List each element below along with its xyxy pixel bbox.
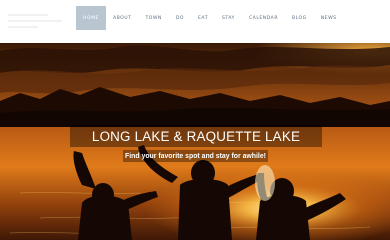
- nav-item-news[interactable]: NEWS: [314, 6, 344, 30]
- nav-item-about[interactable]: ABOUT: [106, 6, 139, 30]
- hero-banner: LONG LAKE & RAQUETTE LAKE Find your favo…: [0, 43, 390, 240]
- hero-title: LONG LAKE & RAQUETTE LAKE: [70, 125, 322, 147]
- hero-subtitle: Find your favorite spot and stay for awh…: [123, 150, 268, 162]
- logo-mark: [8, 20, 62, 22]
- logo-mark: [8, 26, 38, 28]
- nav-item-town[interactable]: TOWN: [138, 6, 168, 30]
- nav-item-eat[interactable]: EAT: [191, 6, 215, 30]
- logo-mark: [8, 14, 48, 16]
- nav-item-do[interactable]: DO: [169, 6, 191, 30]
- nav-item-stay[interactable]: STAY: [215, 6, 242, 30]
- site-header: HOME ABOUT TOWN DO EAT STAY CALENDAR BLO…: [0, 0, 390, 43]
- nav-item-calendar[interactable]: CALENDAR: [242, 6, 285, 30]
- nav-item-home[interactable]: HOME: [76, 6, 106, 30]
- main-nav: HOME ABOUT TOWN DO EAT STAY CALENDAR BLO…: [76, 6, 344, 30]
- nav-item-blog[interactable]: BLOG: [285, 6, 314, 30]
- site-logo[interactable]: [8, 8, 68, 34]
